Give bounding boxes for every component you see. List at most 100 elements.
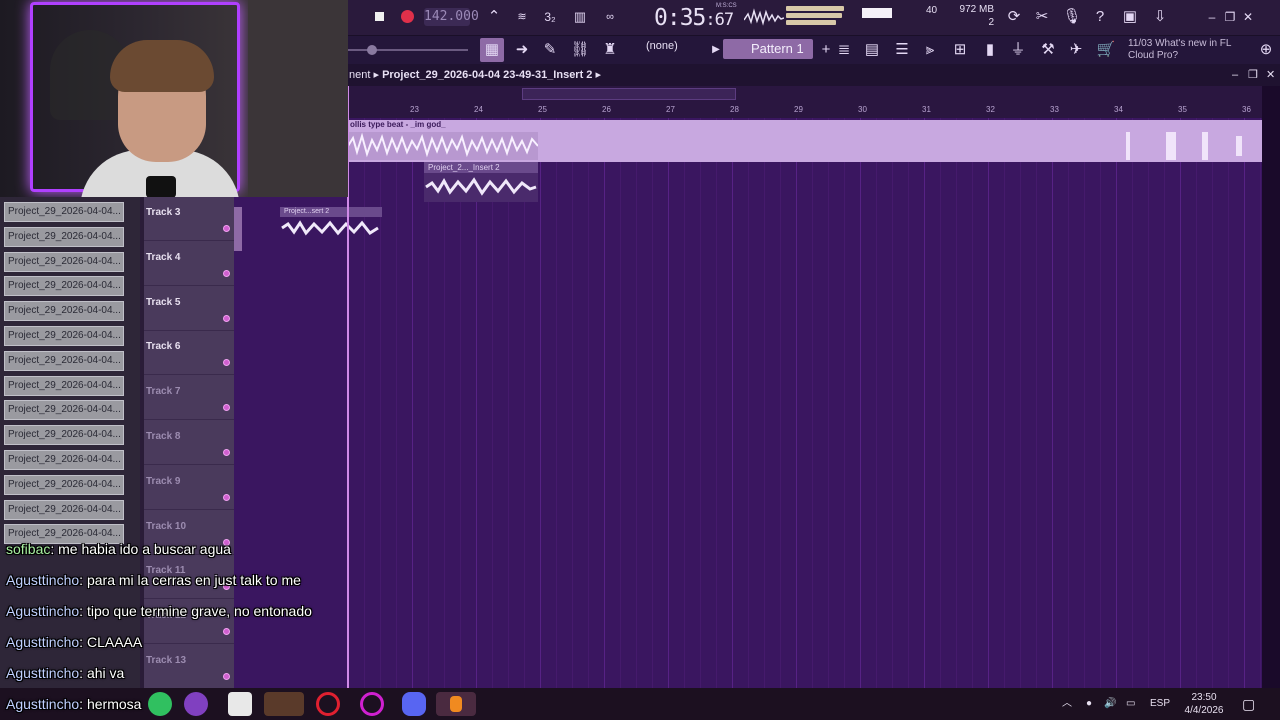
browser-file-item[interactable]: Project_29_2026-04-04...: [4, 400, 124, 421]
piano-roll-icon[interactable]: ▦: [480, 38, 504, 62]
browser-file-item[interactable]: Project_29_2026-04-04...: [4, 326, 124, 346]
microphone-icon[interactable]: 🎙: [1060, 5, 1084, 29]
files-icon[interactable]: ▮: [978, 38, 1002, 62]
browser-file-item[interactable]: Project_29_2026-04-04...: [4, 450, 124, 470]
grid-line: [684, 118, 685, 688]
timeline-ruler[interactable]: 23 24 25 26 27 28 29 30 31 32 33 34 35 36: [348, 86, 1262, 118]
mic-tray-icon[interactable]: ●: [1086, 688, 1092, 720]
draw-tool-icon[interactable]: ✎: [538, 38, 562, 62]
canva-icon[interactable]: [360, 692, 384, 716]
wait-input-icon[interactable]: ≋: [510, 5, 534, 29]
export-icon[interactable]: ⇩: [1148, 5, 1172, 29]
link-icon[interactable]: ⛓: [568, 38, 592, 62]
pattern-selector[interactable]: Pattern 1: [723, 39, 813, 59]
speaker-icon[interactable]: 🔊: [1104, 688, 1116, 720]
help-icon[interactable]: ?: [1088, 5, 1112, 29]
browser-file-item[interactable]: Project_29_2026-04-04...: [4, 251, 124, 272]
metronome-icon[interactable]: ⌃: [482, 5, 506, 29]
track-mute-dot-icon[interactable]: [223, 449, 230, 456]
track-mute-dot-icon[interactable]: [223, 404, 230, 412]
track-header[interactable]: Track 6: [144, 331, 234, 376]
track-scroll-handle[interactable]: [234, 207, 242, 251]
browser-file-item[interactable]: Project_29_2026-04-04...: [4, 202, 124, 222]
network-icon[interactable]: ▭: [1126, 688, 1135, 720]
track-header[interactable]: Track 5: [144, 287, 234, 331]
snap-selector[interactable]: (none): [646, 40, 678, 52]
grid-line: [636, 118, 637, 688]
screen: 142.000 ⌃ ≋ 3₂ ▥ ∞ 0:35:67 M:S:CS 40 972…: [0, 0, 1280, 720]
browser-file-item[interactable]: Project_29_2026-04-04...: [4, 301, 124, 322]
track-mute-dot-icon[interactable]: [223, 314, 230, 322]
chat-colon: :: [50, 541, 59, 557]
stop-button[interactable]: [368, 5, 392, 29]
audio-clip-beat[interactable]: ollis type beat - _im god_: [348, 120, 1262, 162]
channel-rack-icon[interactable]: ▤: [860, 38, 884, 62]
track-header[interactable]: Track 3: [144, 197, 234, 241]
chat-username[interactable]: Agusttincho: [6, 572, 79, 588]
track-header[interactable]: Track 9: [144, 466, 234, 510]
browser-file-item[interactable]: Project_29_2026-04-04...: [4, 350, 124, 371]
browser-file-item[interactable]: Project_29_2026-04-04...: [4, 375, 124, 396]
chat-username[interactable]: Agusttincho: [6, 696, 79, 712]
track-header[interactable]: Track 8: [144, 421, 234, 465]
master-volume-slider[interactable]: [348, 44, 468, 56]
language-indicator[interactable]: ESP: [1150, 688, 1170, 720]
arrow-right-icon[interactable]: ➜: [510, 38, 534, 62]
playlist-minimize-icon[interactable]: –: [1232, 64, 1238, 86]
discord-icon[interactable]: [402, 692, 426, 716]
insert-clip-body: [424, 173, 538, 202]
countdown-icon[interactable]: 3₂: [538, 5, 562, 29]
ruler-bar-number: 33: [1050, 105, 1059, 114]
stamp-icon[interactable]: ♜: [598, 38, 622, 62]
plugin-icon[interactable]: ⏚: [1006, 38, 1030, 62]
record-button[interactable]: [396, 5, 420, 29]
refresh-icon[interactable]: ⟳: [1002, 5, 1026, 29]
ruler-bar-number: 36: [1242, 105, 1251, 114]
grid-line: [380, 118, 381, 688]
streamer-hair: [110, 40, 214, 92]
tools-icon[interactable]: ⚒: [1036, 38, 1060, 62]
playlist-scrollbar[interactable]: [522, 88, 736, 100]
mixer-icon[interactable]: ☰: [890, 38, 914, 62]
track-header[interactable]: Track 7: [144, 376, 234, 421]
playlist-grid[interactable]: ollis type beat - _im god_ Project_2..._…: [348, 118, 1262, 688]
playlist-maximize-icon[interactable]: ❐: [1248, 64, 1258, 86]
track-mute-dot-icon[interactable]: [223, 493, 230, 501]
breadcrumb-project[interactable]: Project_29_2026-04-04 23-49-31_Insert 2: [382, 69, 592, 81]
news-panel[interactable]: 11/03 What's new in FL Cloud Pro?: [1128, 38, 1258, 62]
fl-studio-icon[interactable]: [436, 692, 476, 716]
browser-tree-icon[interactable]: ⊞: [948, 38, 972, 62]
browser-file-item[interactable]: Project_29_2026-04-04...: [4, 499, 124, 520]
chevron-up-icon[interactable]: ︿: [1062, 688, 1072, 720]
loop-record-icon[interactable]: ∞: [598, 5, 622, 29]
system-clock[interactable]: 23:50 4/4/2026: [1176, 691, 1232, 717]
browser-file-item[interactable]: Project_29_2026-04-04...: [4, 226, 124, 247]
playlist-icon[interactable]: ≣: [832, 38, 856, 62]
track-mute-dot-icon[interactable]: [223, 225, 230, 232]
cpu-value: 40: [926, 5, 938, 16]
tempo-display[interactable]: 142.000: [424, 8, 479, 26]
globe-icon[interactable]: ⊕: [1254, 38, 1278, 62]
sliders-icon[interactable]: ⫸: [918, 38, 942, 62]
save-icon[interactable]: ▣: [1118, 5, 1142, 29]
track-header[interactable]: Track 4: [144, 242, 234, 286]
close-icon[interactable]: ✕: [1236, 5, 1260, 29]
chat-username[interactable]: sofibac: [6, 541, 50, 557]
browser-file-item[interactable]: Project_29_2026-04-04...: [4, 474, 124, 495]
eagle-icon[interactable]: ✈: [1064, 38, 1088, 62]
notifications-icon[interactable]: ▢: [1242, 688, 1255, 720]
browser-file-item[interactable]: Project_29_2026-04-04...: [4, 276, 124, 297]
track-mute-dot-icon[interactable]: [223, 269, 230, 277]
audio-clip-insert[interactable]: Project_2..._Insert 2: [424, 162, 538, 202]
step-edit-icon[interactable]: ▥: [568, 5, 592, 29]
chat-username[interactable]: Agusttincho: [6, 634, 79, 650]
cart-icon[interactable]: 🛒: [1094, 38, 1118, 62]
playlist-close-icon[interactable]: ✕: [1266, 64, 1275, 86]
track-mute-dot-icon[interactable]: [223, 359, 230, 367]
browser-file-item[interactable]: Project_29_2026-04-04...: [4, 425, 124, 446]
chat-username[interactable]: Agusttincho: [6, 603, 79, 619]
mini-clip[interactable]: Project...sert 2: [280, 207, 382, 247]
cut-tool-icon[interactable]: ✂: [1030, 5, 1054, 29]
chat-username[interactable]: Agusttincho: [6, 665, 79, 681]
grid-line: [604, 118, 605, 688]
